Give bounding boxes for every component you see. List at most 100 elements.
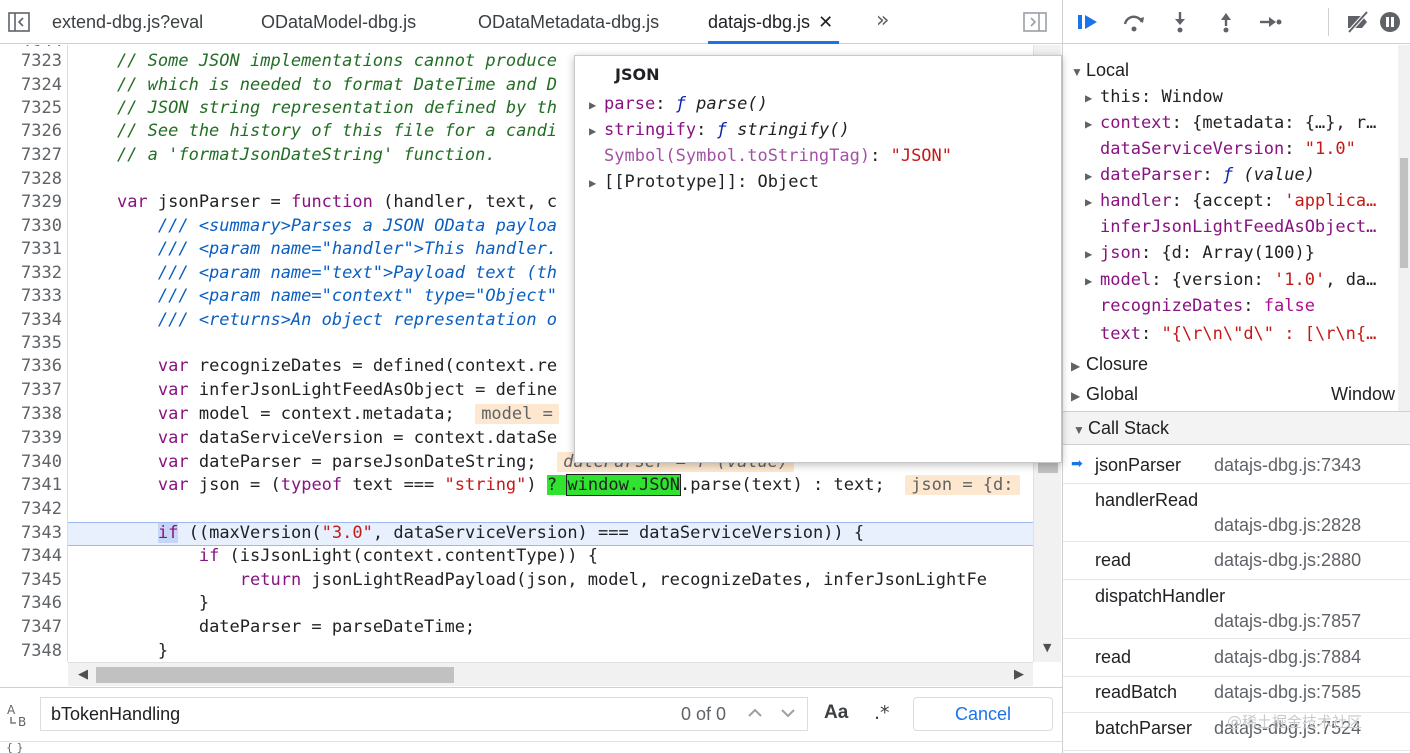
call-stack-header[interactable]: ▼ Call Stack [1063,411,1410,445]
call-stack-frame[interactable]: readBatch datajs-dbg.js:7585 [1063,677,1410,713]
close-icon[interactable]: ✕ [818,12,833,32]
expand-triangle-icon[interactable]: ▶ [589,124,604,138]
scope-row-text[interactable]: text: "{\r\n\"d\" : [\r\n{… [1100,324,1376,350]
line-number[interactable]: 7343 [0,523,62,543]
line-number[interactable]: 7335 [0,333,62,353]
scroll-down-icon[interactable]: ▼ [1043,641,1051,654]
line-number[interactable]: 7345 [0,570,62,590]
line-number[interactable]: 7347 [0,617,62,637]
scope-row-json[interactable]: ▶ json: {d: Array(100)} [1085,243,1315,269]
expand-triangle-icon[interactable]: ▶ [589,98,604,112]
line-number[interactable]: 7326 [0,121,62,141]
regex-toggle-icon[interactable]: .* [874,702,890,724]
call-stack-frame[interactable]: handlerRead datajs-dbg.js:2828 [1063,484,1410,542]
expand-triangle-icon[interactable]: ▶ [1085,91,1100,105]
step-icon[interactable] [1257,10,1283,34]
replace-toggle-icon[interactable]: A B [6,702,32,728]
pause-on-exceptions-icon[interactable] [1377,10,1403,34]
scope-row-recognizedates[interactable]: recognizeDates: false [1100,296,1315,322]
deactivate-breakpoints-icon[interactable] [1345,10,1371,34]
scroll-right-icon[interactable]: ▶ [1014,667,1024,682]
expand-triangle-icon[interactable]: ▶ [1085,195,1100,209]
step-out-icon[interactable] [1213,10,1239,34]
scope-scrollbar[interactable] [1398,45,1410,415]
expand-triangle-icon[interactable]: ▶ [1085,117,1100,131]
tab-odatametadata-dbg[interactable]: ODataMetadata-dbg.js [478,0,659,44]
resume-icon[interactable] [1075,10,1101,34]
scope-row-dateparser[interactable]: ▶ dateParser: ƒ (value) [1085,165,1315,191]
frame-location[interactable]: datajs-dbg.js:2880 [1214,550,1361,571]
line-number[interactable]: 7327 [0,145,62,165]
expand-triangle-icon[interactable]: ▶ [589,176,604,190]
call-stack-frame[interactable]: read datajs-dbg.js:2880 [1063,542,1410,580]
popover-row-stringify[interactable]: ▶ stringify: ƒ stringify() [589,120,850,140]
scope-row-context[interactable]: ▶ context: {metadata: {…}, r… [1085,113,1376,139]
line-number[interactable]: 7336 [0,356,62,376]
scope-closure-header[interactable]: ▶ Closure [1071,354,1148,375]
collapse-triangle-icon[interactable]: ▼ [1071,65,1086,79]
hovered-expression[interactable]: ? window.JSON [546,474,681,496]
frame-location[interactable]: datajs-dbg.js:7343 [1214,455,1361,476]
scrollbar-thumb[interactable] [1400,158,1408,268]
editor-horizontal-scrollbar[interactable]: ◀ ▶ [68,662,1033,686]
line-number[interactable]: 7340 [0,452,62,472]
expand-triangle-icon[interactable]: ▶ [1085,169,1100,183]
expand-triangle-icon[interactable]: ▶ [1071,389,1086,403]
step-over-icon[interactable] [1121,10,1147,34]
scope-row-dataserviceversion[interactable]: dataServiceVersion: "1.0" [1100,139,1356,165]
frame-location[interactable]: datajs-dbg.js:7857 [1214,611,1361,632]
call-stack-frame[interactable]: ➡ jsonParser datajs-dbg.js:7343 [1063,446,1410,484]
scope-row-this[interactable]: ▶ this: Window [1085,87,1223,113]
scope-local-header[interactable]: ▼ Local [1071,60,1129,81]
call-stack-frame[interactable]: dispatchHandler datajs-dbg.js:7857 [1063,580,1410,639]
scope-row-handler[interactable]: ▶ handler: {accept: 'applica… [1085,191,1376,217]
case-sensitive-icon[interactable]: Aa [824,702,848,724]
curly-braces-icon[interactable]: { } [6,741,24,753]
line-number[interactable]: 7324 [0,75,62,95]
expand-triangle-icon[interactable]: ▶ [1071,359,1086,373]
expand-triangle-icon[interactable]: ▶ [1085,247,1100,261]
cancel-button[interactable]: Cancel [913,697,1053,731]
frame-location[interactable]: datajs-dbg.js:2828 [1214,515,1361,536]
line-number[interactable]: 7344 [0,546,62,566]
line-number[interactable]: 7325 [0,98,62,118]
line-number[interactable]: 7346 [0,593,62,613]
line-number[interactable]: 7334 [0,310,62,330]
line-number[interactable]: 7341 [0,475,62,495]
line-number[interactable]: 7338 [0,404,62,424]
scroll-left-icon[interactable]: ◀ [78,667,88,682]
expand-triangle-icon[interactable]: ▶ [1085,274,1100,288]
popover-row-parse[interactable]: ▶ parse: ƒ parse() [589,94,768,114]
tab-datajs-dbg[interactable]: datajs-dbg.js ✕ [708,0,840,44]
frame-location[interactable]: datajs-dbg.js:7884 [1214,647,1361,668]
chevron-down-icon[interactable] [778,701,798,725]
tab-odatamodel-dbg[interactable]: ODataModel-dbg.js [261,0,416,44]
frame-function: handlerRead [1095,490,1199,510]
popover-row-prototype[interactable]: ▶ [[Prototype]]: Object [589,172,819,192]
line-number[interactable]: 7329 [0,192,62,212]
line-number[interactable]: 7339 [0,428,62,448]
line-number[interactable]: 7331 [0,239,62,259]
line-number[interactable]: 7337 [0,380,62,400]
chevron-up-icon[interactable] [745,701,765,725]
line-number[interactable]: 7323 [0,51,62,71]
chevron-double-right-icon[interactable]: » [876,0,889,42]
scrollbar-thumb[interactable] [96,667,454,683]
line-number[interactable]: 7332 [0,263,62,283]
line-number[interactable]: 7348 [0,641,62,661]
line-number-gutter[interactable]: 7322 7323 7324 7325 7326 7327 7328 7329 7330 733… [0,45,68,662]
call-stack-frame[interactable]: read datajs-dbg.js:7884 [1063,639,1410,677]
frame-location[interactable]: datajs-dbg.js:7585 [1214,682,1361,703]
sidebar-toggle-icon[interactable] [8,11,30,33]
collapse-triangle-icon[interactable]: ▼ [1073,423,1088,437]
scope-global-header[interactable]: ▶ Global Window [1071,384,1395,405]
line-number[interactable]: 7333 [0,286,62,306]
scope-row-inferjsonlightfeedasobject[interactable]: inferJsonLightFeedAsObject… [1100,217,1376,243]
scope-row-model[interactable]: ▶ model: {version: '1.0', da… [1085,270,1376,296]
line-number[interactable]: 7342 [0,499,62,519]
step-into-icon[interactable] [1167,10,1193,34]
line-number[interactable]: 7330 [0,216,62,236]
panel-toggle-icon[interactable] [1023,11,1047,33]
tab-extend-dbg[interactable]: extend-dbg.js?eval [52,0,203,44]
line-number[interactable]: 7328 [0,169,62,189]
